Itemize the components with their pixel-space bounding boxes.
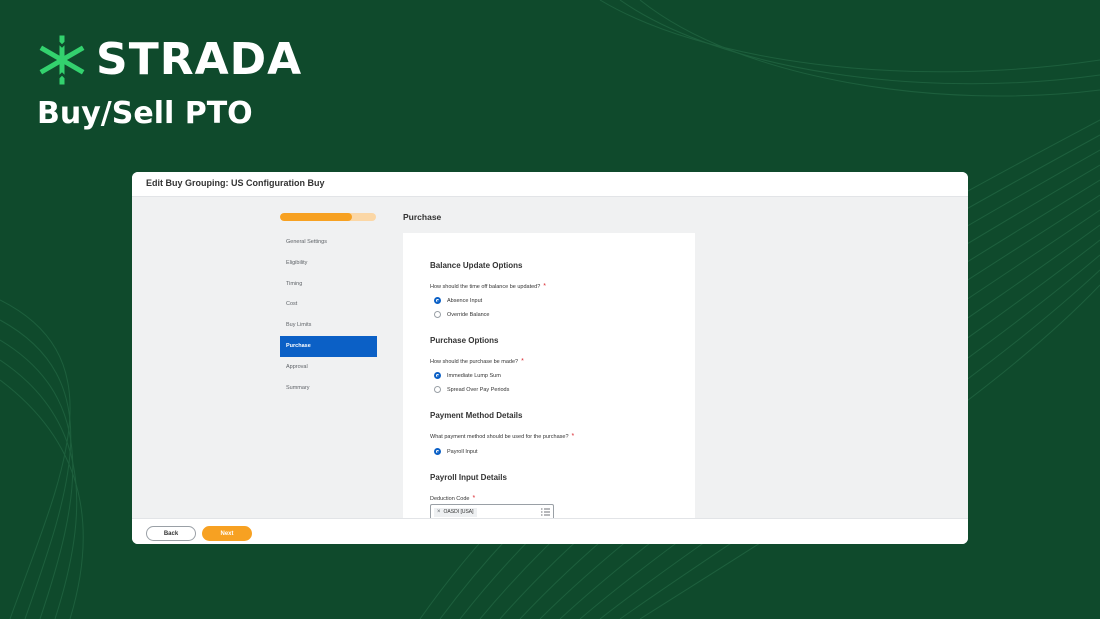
required-marker: *: [571, 433, 575, 440]
radio-spread-over-pay-periods[interactable]: Spread Over Pay Periods: [434, 386, 509, 393]
deduction-code-label: Deduction Code *: [430, 495, 475, 502]
deduction-code-label-text: Deduction Code: [430, 496, 470, 502]
progress-fill: [280, 213, 352, 221]
window-footer: Back Next: [132, 518, 968, 544]
radio-payroll-input[interactable]: Payroll Input: [434, 448, 478, 455]
radio-label: Absence Input: [447, 297, 483, 304]
radio-override-balance[interactable]: Override Balance: [434, 311, 490, 318]
radio-immediate-lump-sum[interactable]: Immediate Lump Sum: [434, 372, 501, 379]
balance-question: How should the time off balance be updat…: [430, 283, 546, 290]
app-window: Edit Buy Grouping: US Configuration Buy …: [132, 172, 968, 544]
next-button[interactable]: Next: [202, 526, 252, 541]
radio-button-checked[interactable]: [434, 297, 441, 304]
purchase-question: How should the purchase be made? *: [430, 358, 524, 365]
purchase-options-heading: Purchase Options: [430, 336, 499, 345]
brand-header: STRADA: [36, 34, 302, 86]
balance-question-text: How should the time off balance be updat…: [430, 284, 541, 290]
required-marker: *: [543, 283, 547, 290]
slide-title: Buy/Sell PTO: [37, 96, 253, 131]
window-title: Edit Buy Grouping: US Configuration Buy: [146, 178, 325, 188]
radio-button[interactable]: [434, 386, 441, 393]
radio-label: Override Balance: [447, 311, 490, 318]
payment-question: What payment method should be used for t…: [430, 433, 574, 440]
step-list: General Settings Eligibility Timing Cost…: [280, 232, 377, 398]
list-prompt-icon[interactable]: [541, 508, 550, 516]
section-title: Purchase: [403, 212, 442, 222]
close-icon[interactable]: ×: [437, 508, 441, 517]
step-summary[interactable]: Summary: [280, 378, 377, 399]
radio-button[interactable]: [434, 311, 441, 318]
required-marker: *: [472, 495, 476, 502]
step-timing[interactable]: Timing: [280, 274, 377, 295]
radio-label: Immediate Lump Sum: [447, 372, 501, 379]
step-general-settings[interactable]: General Settings: [280, 232, 377, 253]
payment-question-text: What payment method should be used for t…: [430, 434, 569, 440]
purchase-form-card: Balance Update Options How should the ti…: [403, 233, 695, 523]
window-header: Edit Buy Grouping: US Configuration Buy: [132, 172, 968, 197]
step-purchase[interactable]: Purchase: [280, 335, 377, 357]
window-body: General Settings Eligibility Timing Cost…: [132, 197, 968, 523]
brand-name: STRADA: [96, 34, 303, 85]
radio-label: Spread Over Pay Periods: [447, 386, 510, 393]
step-cost[interactable]: Cost: [280, 294, 377, 315]
deduction-chip: × OASDI [USA]: [434, 508, 477, 517]
radio-label: Payroll Input: [447, 448, 478, 455]
payroll-input-heading: Payroll Input Details: [430, 473, 507, 482]
deduction-chip-text: OASDI [USA]: [443, 509, 474, 515]
step-eligibility[interactable]: Eligibility: [280, 253, 377, 274]
back-button[interactable]: Back: [146, 526, 196, 541]
radio-absence-input[interactable]: Absence Input: [434, 297, 482, 304]
payment-method-heading: Payment Method Details: [430, 411, 523, 420]
snowflake-asterisk-icon: [39, 35, 85, 85]
progress-bar: [280, 213, 376, 221]
step-buy-limits[interactable]: Buy Limits: [280, 315, 377, 336]
step-approval[interactable]: Approval: [280, 357, 377, 378]
radio-button-checked[interactable]: [434, 372, 441, 379]
balance-update-heading: Balance Update Options: [430, 261, 523, 270]
purchase-question-text: How should the purchase be made?: [430, 359, 519, 365]
radio-button-checked[interactable]: [434, 448, 441, 455]
required-marker: *: [521, 358, 524, 365]
